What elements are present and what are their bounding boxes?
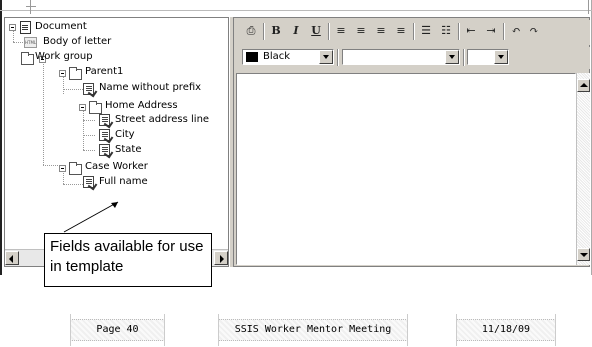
document-icon	[20, 21, 31, 34]
numbered-list-icon[interactable]: ☰	[417, 22, 435, 40]
tree-line	[43, 165, 58, 166]
color-swatch	[246, 52, 258, 62]
bullet-list-icon[interactable]: ☷	[437, 22, 455, 40]
undo-icon[interactable]: ↶	[507, 22, 525, 40]
align-center-icon[interactable]: ≡	[352, 22, 370, 40]
ruler-mark	[26, 6, 36, 7]
tree-line	[83, 108, 84, 150]
tree-line	[43, 60, 44, 165]
toolbar-separator	[263, 23, 265, 40]
toolbar-separator	[337, 49, 339, 66]
tree-line	[13, 30, 14, 42]
toolbar-separator	[458, 23, 460, 40]
ruler-mark	[588, 0, 589, 14]
font-toolbar: Black	[236, 47, 590, 69]
field-icon	[83, 83, 94, 95]
toolbar-separator	[413, 23, 415, 40]
chevron-down-icon[interactable]	[494, 50, 508, 64]
collapse-icon[interactable]	[79, 104, 86, 111]
tree-item-document[interactable]: Document	[35, 20, 87, 34]
arrow-down-icon	[580, 253, 588, 257]
footer-page-number: Page 40	[70, 314, 165, 346]
font-size-select[interactable]	[467, 49, 509, 65]
tree-line	[63, 74, 64, 94]
color-select-value: Black	[263, 51, 291, 62]
tree-line	[63, 170, 64, 184]
align-left-icon[interactable]: ≡	[332, 22, 350, 40]
ruler-mark	[30, 0, 31, 14]
color-select[interactable]: Black	[242, 49, 334, 65]
font-select[interactable]	[342, 49, 460, 65]
justify-icon[interactable]: ≡	[392, 22, 410, 40]
editor-vertical-scrollbar[interactable]	[576, 73, 590, 265]
tree-item-parent1[interactable]: Parent1	[85, 65, 123, 79]
folder-icon	[69, 67, 82, 80]
tree-item-home-address[interactable]: Home Address	[105, 99, 178, 113]
tree-item-work-group[interactable]: Work group	[35, 50, 93, 64]
editor-text-area[interactable]	[236, 73, 576, 265]
field-icon	[99, 144, 110, 156]
bold-button[interactable]: B	[267, 22, 285, 40]
collapse-icon[interactable]	[9, 24, 16, 31]
toolbar-separator	[463, 49, 465, 66]
underline-button[interactable]: U	[307, 22, 325, 40]
arrow-right-icon	[220, 255, 224, 263]
collapse-icon[interactable]	[59, 165, 66, 172]
callout-arrow	[63, 201, 119, 233]
tree-item-body-of-letter[interactable]: Body of letter	[43, 35, 111, 49]
annotation-callout: Fields available for use in template	[44, 233, 212, 287]
folder-icon	[69, 162, 82, 175]
tree-item-state[interactable]: State	[115, 143, 141, 157]
scroll-right-button[interactable]	[214, 251, 228, 265]
scroll-left-button[interactable]	[5, 251, 19, 265]
tree-line	[63, 184, 83, 185]
chevron-down-icon[interactable]	[319, 50, 333, 64]
scroll-up-button[interactable]	[577, 79, 590, 92]
field-icon	[99, 129, 110, 141]
collapse-icon[interactable]	[59, 70, 66, 77]
html-icon: HTML	[24, 37, 37, 48]
toolbar-separator	[503, 23, 505, 40]
footer-title: SSIS Worker Mentor Meeting	[218, 314, 408, 346]
toolbar-separator	[328, 23, 330, 40]
outdent-icon[interactable]: ⇤	[462, 22, 480, 40]
folder-icon	[21, 52, 34, 65]
tree-line	[83, 150, 95, 151]
chevron-down-icon[interactable]	[445, 50, 459, 64]
scroll-down-button[interactable]	[577, 248, 590, 261]
folder-icon	[89, 101, 102, 114]
tree-line	[83, 120, 95, 121]
align-right-icon[interactable]: ≡	[372, 22, 390, 40]
arrow-left-icon	[9, 255, 13, 263]
tree-item-full-name[interactable]: Full name	[99, 175, 148, 189]
tree-item-city[interactable]: City	[115, 128, 135, 142]
print-icon[interactable]: ⎙	[242, 22, 260, 40]
tree-item-case-worker[interactable]: Case Worker	[85, 160, 148, 174]
tree-line	[13, 42, 23, 43]
footer-date: 11/18/09	[456, 314, 556, 346]
tree-line	[83, 135, 95, 136]
ruler-line	[0, 10, 592, 11]
tree-item-street-address-line[interactable]: Street address line	[115, 113, 209, 127]
redo-icon[interactable]: ↷	[525, 22, 543, 40]
field-icon	[99, 114, 110, 126]
arrow-up-icon	[580, 83, 588, 87]
italic-button[interactable]: I	[287, 22, 305, 40]
tree-item-name-without-prefix[interactable]: Name without prefix	[99, 81, 201, 95]
tree-line	[63, 89, 83, 90]
field-icon	[83, 176, 94, 188]
formatting-toolbar: ⎙ B I U ≡ ≡ ≡ ≡ ☰ ☷ ⇤ ⇥ ↶ ↷	[236, 20, 590, 45]
indent-icon[interactable]: ⇥	[482, 22, 500, 40]
